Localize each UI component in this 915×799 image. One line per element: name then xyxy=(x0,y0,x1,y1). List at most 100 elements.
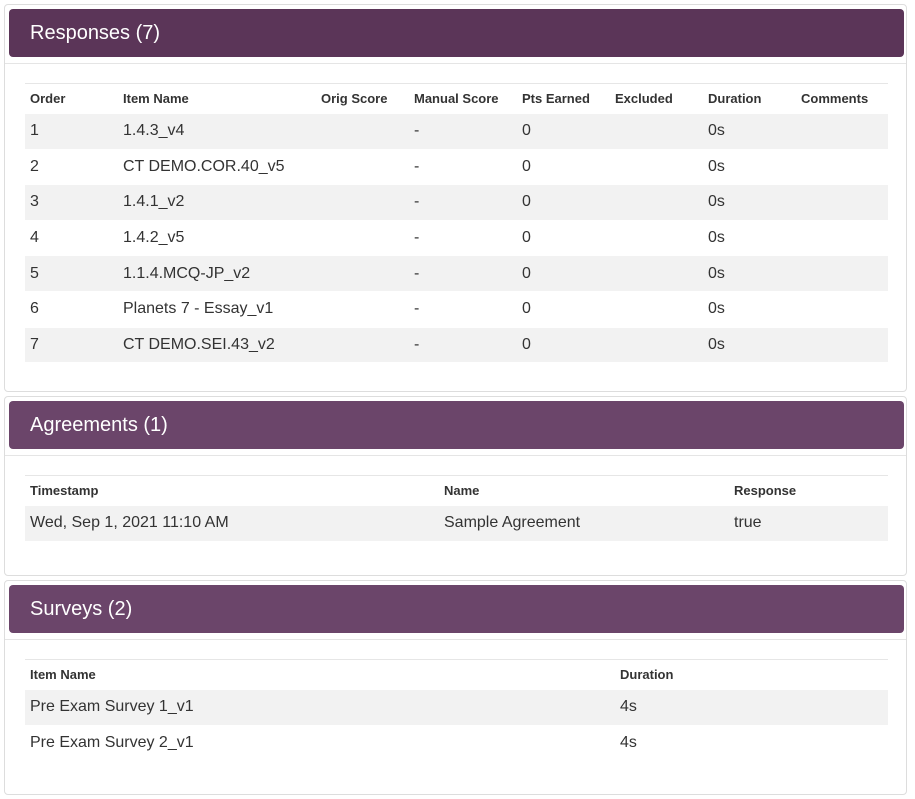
table-cell: Planets 7 - Essay_v1 xyxy=(118,290,316,328)
table-cell xyxy=(316,184,409,221)
table-cell: 3 xyxy=(25,184,118,221)
column-header-manual-score: Manual Score xyxy=(414,91,499,106)
column-header-duration: Duration xyxy=(708,91,762,106)
surveys-header-row: Item Name Duration xyxy=(25,660,888,690)
table-cell xyxy=(610,290,703,328)
table-cell xyxy=(316,255,409,292)
surveys-heading-divider xyxy=(5,639,906,640)
column-header-item-name: Item Name xyxy=(123,91,189,106)
table-cell xyxy=(316,326,409,363)
table-cell: 0s xyxy=(703,184,796,221)
table-cell xyxy=(610,219,703,256)
table-cell xyxy=(796,290,888,328)
responses-panel-heading: Responses (7) xyxy=(9,9,904,57)
table-cell: 0s xyxy=(703,148,796,185)
table-cell: CT DEMO.COR.40_v5 xyxy=(118,148,316,185)
table-cell xyxy=(610,255,703,292)
surveys-panel: Surveys (2) Item Name Duration Pre Exam … xyxy=(4,580,907,795)
table-cell: 0s xyxy=(703,255,796,292)
column-header-timestamp: Timestamp xyxy=(30,483,99,498)
table-cell: Sample Agreement xyxy=(439,504,729,541)
table-row: 5 1.1.4.MCQ-JP_v2 -0 0s xyxy=(25,255,888,292)
table-cell: 1.1.4.MCQ-JP_v2 xyxy=(118,255,316,292)
table-cell: 0 xyxy=(517,184,610,221)
column-header-comments: Comments xyxy=(801,91,869,106)
agreements-title: Agreements (1) xyxy=(30,413,168,436)
table-cell: - xyxy=(409,326,517,363)
table-cell xyxy=(796,113,888,150)
table-cell xyxy=(796,255,888,292)
table-cell: - xyxy=(409,219,517,256)
table-cell: Pre Exam Survey 1_v1 xyxy=(25,689,615,726)
table-row: 1 1.4.3_v4 -0 0s xyxy=(25,113,888,150)
surveys-table: Item Name Duration Pre Exam Survey 1_v1 4… xyxy=(25,659,888,761)
table-cell xyxy=(316,290,409,328)
table-row: 6 Planets 7 - Essay_v1 -0 0s xyxy=(25,290,888,328)
table-cell: - xyxy=(409,255,517,292)
table-cell: 0s xyxy=(703,290,796,328)
column-header-orig-score: Orig Score xyxy=(321,91,388,106)
table-cell: 4s xyxy=(615,689,888,726)
table-cell: - xyxy=(409,113,517,150)
table-cell: 0 xyxy=(517,219,610,256)
table-row: Pre Exam Survey 2_v1 4s xyxy=(25,724,888,761)
column-header-response: Response xyxy=(734,483,797,498)
column-header-survey-duration: Duration xyxy=(620,667,674,682)
column-header-excluded: Excluded xyxy=(615,91,673,106)
table-cell xyxy=(796,184,888,221)
responses-heading-divider xyxy=(5,63,906,64)
table-cell: 0 xyxy=(517,290,610,328)
table-cell: Wed, Sep 1, 2021 11:10 AM xyxy=(25,504,439,541)
agreements-panel-heading: Agreements (1) xyxy=(9,401,904,449)
table-cell xyxy=(796,326,888,363)
table-cell: 1.4.3_v4 xyxy=(118,113,316,150)
agreements-table-body: Wed, Sep 1, 2021 11:10 AM Sample Agreemen… xyxy=(25,504,888,541)
table-row: 2 CT DEMO.COR.40_v5 -0 0s xyxy=(25,148,888,185)
table-cell xyxy=(316,219,409,256)
table-cell xyxy=(610,113,703,150)
responses-table-body: 1 1.4.3_v4-0 0s 2 CT DEMO.COR.40_v5-0 0s 3 1.4.… xyxy=(25,113,888,363)
table-cell: true xyxy=(729,504,888,541)
table-cell xyxy=(610,184,703,221)
table-cell xyxy=(796,219,888,256)
table-cell: 2 xyxy=(25,148,118,185)
table-cell: 0 xyxy=(517,148,610,185)
table-cell xyxy=(316,113,409,150)
table-cell: - xyxy=(409,290,517,328)
table-cell: 0 xyxy=(517,113,610,150)
column-header-order: Order xyxy=(30,91,66,106)
surveys-table-body: Pre Exam Survey 1_v1 4s Pre Exam Survey 2_… xyxy=(25,689,888,761)
agreements-table: Timestamp Name Response Wed, Sep 1, 2021… xyxy=(25,475,888,541)
table-cell: 0s xyxy=(703,326,796,363)
responses-header-row: Order Item Name Orig Score Manual Score … xyxy=(25,84,888,114)
table-row: 7 CT DEMO.SEI.43_v2 -0 0s xyxy=(25,326,888,363)
table-cell: 0s xyxy=(703,113,796,150)
table-cell: Pre Exam Survey 2_v1 xyxy=(25,724,615,761)
table-cell xyxy=(796,148,888,185)
table-cell: 1.4.1_v2 xyxy=(118,184,316,221)
table-cell: 4 xyxy=(25,219,118,256)
column-header-name: Name xyxy=(444,483,480,498)
table-cell xyxy=(610,148,703,185)
table-cell: CT DEMO.SEI.43_v2 xyxy=(118,326,316,363)
table-cell: 0 xyxy=(517,255,610,292)
table-cell: 7 xyxy=(25,326,118,363)
table-cell: 5 xyxy=(25,255,118,292)
responses-table: Order Item Name Orig Score Manual Score … xyxy=(25,83,888,363)
agreements-panel: Agreements (1) Timestamp Name Response W… xyxy=(4,396,907,576)
agreements-heading-divider xyxy=(5,455,906,456)
surveys-panel-heading: Surveys (2) xyxy=(9,585,904,633)
table-cell: 1.4.2_v5 xyxy=(118,219,316,256)
table-cell: 4s xyxy=(615,724,888,761)
table-cell: - xyxy=(409,148,517,185)
table-cell xyxy=(610,326,703,363)
table-cell: - xyxy=(409,184,517,221)
responses-title: Responses (7) xyxy=(30,21,161,44)
table-cell: 0s xyxy=(703,219,796,256)
table-row: 3 1.4.1_v2 -0 0s xyxy=(25,184,888,221)
agreements-header-row: Timestamp Name Response xyxy=(25,476,888,506)
surveys-title: Surveys (2) xyxy=(30,597,133,620)
table-row: Wed, Sep 1, 2021 11:10 AM Sample Agreemen… xyxy=(25,504,888,541)
table-row: 4 1.4.2_v5 -0 0s xyxy=(25,219,888,256)
column-header-pts-earned: Pts Earned xyxy=(522,91,590,106)
